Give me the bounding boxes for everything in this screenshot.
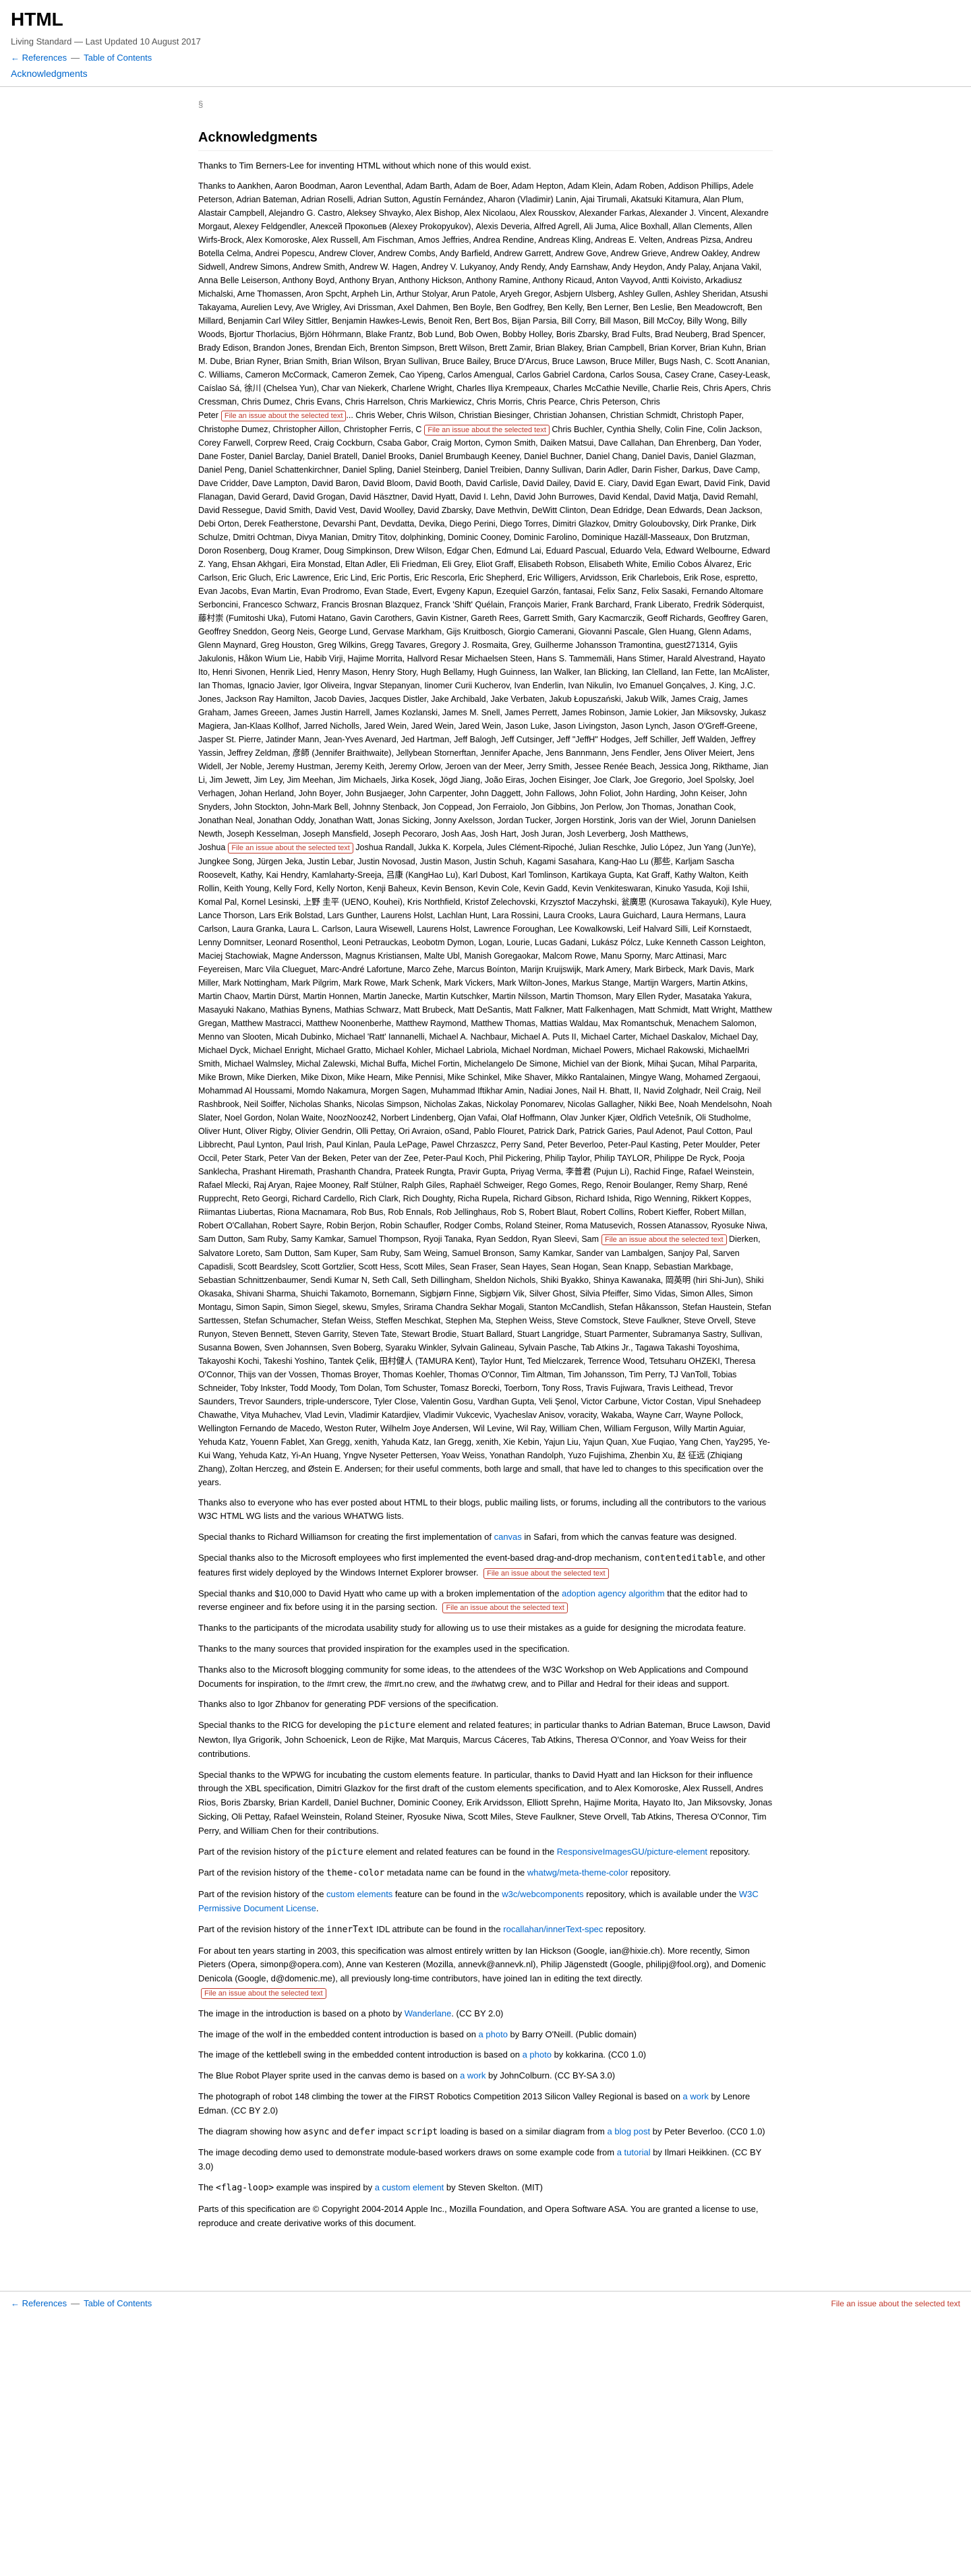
paragraph-12: Special thanks to the WPWG for incubatin… xyxy=(198,1768,773,1838)
header-toc-link[interactable]: Table of Contents xyxy=(84,51,152,65)
paragraph-11: Special thanks to the RICG for developin… xyxy=(198,1718,773,1761)
paragraph-7: Thanks to the participants of the microd… xyxy=(198,1621,773,1636)
inline-issue-btn-5[interactable]: File an issue about the selected text xyxy=(483,1568,609,1579)
paragraph-16: Part of the revision history of the inne… xyxy=(198,1923,773,1938)
tutorial-link[interactable]: a tutorial xyxy=(617,2147,651,2157)
paragraph-20: The image of the kettlebell swing in the… xyxy=(198,2048,773,2062)
paragraph-26: Parts of this specification are © Copyri… xyxy=(198,2203,773,2231)
footer-references-link[interactable]: ← References xyxy=(11,2297,67,2310)
header-nav: ← References — Table of Contents xyxy=(11,51,960,65)
paragraph-2: Thanks to Aankhen, Aaron Boodman, Aaron … xyxy=(198,179,773,1489)
kettlebell-photo-link[interactable]: a photo xyxy=(523,2049,552,2060)
paragraph-5: Special thanks also to the Microsoft emp… xyxy=(198,1551,773,1580)
header-subtitle: Living Standard — Last Updated 10 August… xyxy=(11,35,960,49)
inline-issue-btn-4[interactable]: File an issue about the selected text xyxy=(601,1234,727,1245)
inline-issue-btn-3[interactable]: File an issue about the selected text xyxy=(228,843,353,853)
paragraph-9: Thanks also to the Microsoft blogging co… xyxy=(198,1663,773,1691)
section-number: § xyxy=(198,98,203,111)
blue-robot-link[interactable]: a work xyxy=(460,2070,486,2080)
paragraph-21: The Blue Robot Player sprite used in the… xyxy=(198,2069,773,2083)
footer-nav: ← References — Table of Contents File an… xyxy=(0,2291,971,2316)
footer-sep: — xyxy=(71,2297,80,2310)
paragraph-18: The image in the introduction is based o… xyxy=(198,2007,773,2021)
inline-issue-btn-7[interactable]: File an issue about the selected text xyxy=(201,1988,326,1999)
paragraph-19: The image of the wolf in the embedded co… xyxy=(198,2028,773,2042)
wanderlane-link[interactable]: Wanderlane xyxy=(405,2008,452,2018)
paragraph-17: For about ten years starting in 2003, th… xyxy=(198,1944,773,2000)
inline-issue-btn-6[interactable]: File an issue about the selected text xyxy=(442,1602,568,1613)
wolf-photo-link[interactable]: a photo xyxy=(479,2029,508,2039)
header-nav-sep: — xyxy=(71,51,80,65)
canvas-link[interactable]: canvas xyxy=(494,1532,522,1542)
paragraph-3: Thanks also to everyone who has ever pos… xyxy=(198,1496,773,1524)
page-header: HTML Living Standard — Last Updated 10 A… xyxy=(0,0,971,87)
paragraph-1: Thanks to Tim Berners-Lee for inventing … xyxy=(198,159,773,173)
innertext-spec-link[interactable]: rocallahan/innerText-spec xyxy=(503,1924,603,1934)
section-title: Acknowledgments xyxy=(198,127,773,151)
inline-issue-btn-1[interactable]: File an issue about the selected text xyxy=(221,411,347,421)
section-marker: § xyxy=(198,98,773,111)
picture-repo-link[interactable]: ResponsiveImagesGU/picture-element xyxy=(557,1847,707,1857)
header-title: HTML xyxy=(11,5,960,34)
paragraph-13: Part of the revision history of the pict… xyxy=(198,1845,773,1860)
w3c-license-link[interactable]: W3C Permissive Document License xyxy=(198,1889,759,1913)
blog-post-link[interactable]: a blog post xyxy=(608,2126,651,2136)
webcomponents-repo-link[interactable]: w3c/webcomponents xyxy=(502,1889,583,1899)
theme-color-repo-link[interactable]: whatwg/meta-theme-color xyxy=(527,1867,628,1878)
paragraph-25: The <flag-loop> example was inspired by … xyxy=(198,2181,773,2196)
acknowledgments-header-link[interactable]: Acknowledgments xyxy=(11,68,88,79)
footer-toc-link[interactable]: Table of Contents xyxy=(84,2297,152,2310)
paragraph-22: The photograph of robot 148 climbing the… xyxy=(198,2090,773,2118)
paragraph-15: Part of the revision history of the cust… xyxy=(198,1888,773,1916)
paragraph-4: Special thanks to Richard Williamson for… xyxy=(198,1530,773,1545)
adoption-agency-link[interactable]: adoption agency algorithm xyxy=(562,1588,665,1598)
paragraph-8: Thanks to the many sources that provided… xyxy=(198,1642,773,1656)
header-references-link[interactable]: ← References xyxy=(11,51,67,65)
footer-issue-btn[interactable]: File an issue about the selected text xyxy=(831,2298,960,2310)
robot-photo-link[interactable]: a work xyxy=(683,2091,709,2101)
paragraph-23: The diagram showing how async and defer … xyxy=(198,2125,773,2140)
paragraph-10: Thanks also to Igor Zhbanov for generati… xyxy=(198,1698,773,1712)
main-content: § Acknowledgments Thanks to Tim Berners-… xyxy=(182,87,789,2264)
paragraph-24: The image decoding demo used to demonstr… xyxy=(198,2146,773,2174)
paragraph-14: Part of the revision history of the them… xyxy=(198,1866,773,1881)
custom-element-link[interactable]: a custom element xyxy=(375,2182,444,2192)
custom-elements-link[interactable]: custom elements xyxy=(326,1889,392,1899)
inline-issue-btn-2[interactable]: File an issue about the selected text xyxy=(424,425,550,436)
paragraph-6: Special thanks and $10,000 to David Hyat… xyxy=(198,1587,773,1615)
